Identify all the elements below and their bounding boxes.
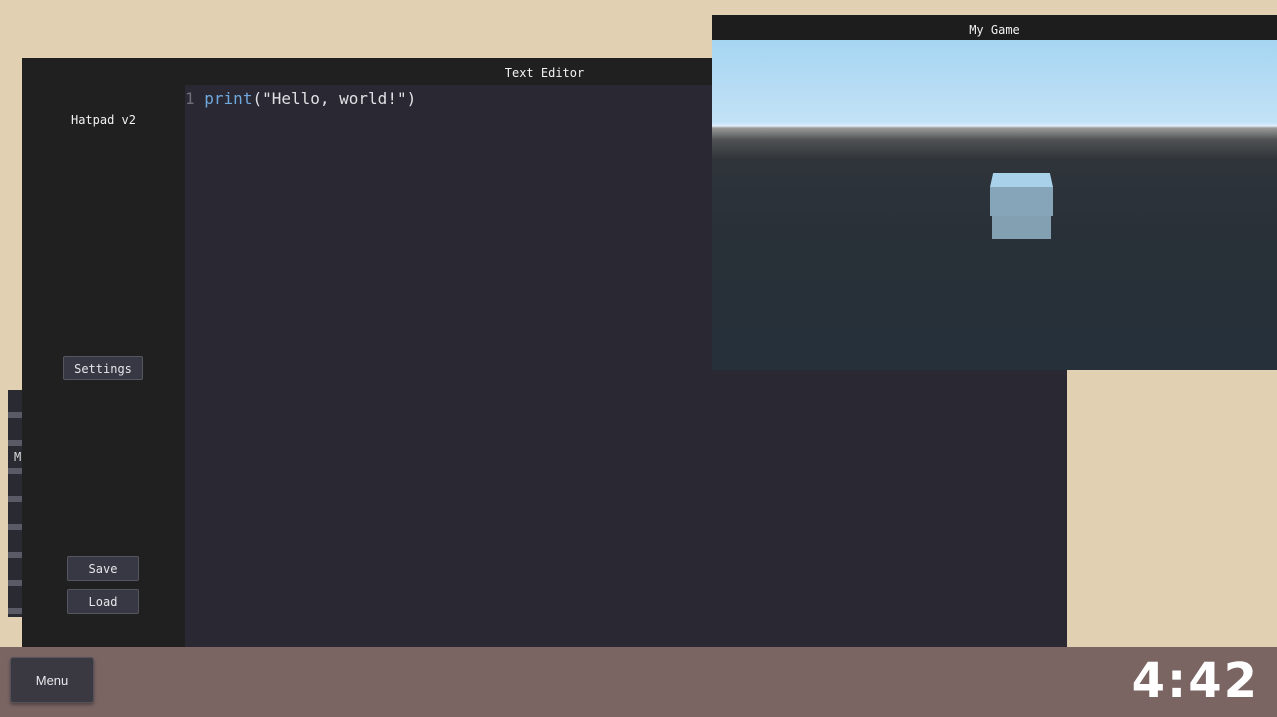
clock: 4:42: [1131, 653, 1259, 709]
settings-button[interactable]: Settings: [63, 356, 143, 380]
cube-front-face: [990, 187, 1053, 216]
game-title-bar[interactable]: My Game: [712, 15, 1277, 40]
game-title: My Game: [969, 23, 1020, 37]
cube-top-face: [990, 173, 1053, 187]
taskbar: Menu 4:42: [0, 647, 1277, 717]
code-arguments: ("Hello, world!"): [252, 89, 417, 108]
background-window-label: M: [14, 450, 22, 464]
cube-object: [990, 173, 1053, 239]
code-keyword: print: [204, 89, 253, 108]
game-viewport[interactable]: [712, 40, 1277, 370]
editor-title: Text Editor: [504, 66, 585, 80]
code-line: 1 print("Hello, world!"): [185, 89, 416, 108]
game-window: My Game: [712, 15, 1277, 370]
menu-button[interactable]: Menu: [10, 657, 94, 703]
save-button[interactable]: Save: [67, 556, 139, 581]
load-button[interactable]: Load: [67, 589, 139, 614]
editor-sidebar: Hatpad v2 Settings Save Load: [22, 85, 185, 650]
cube-lower-face: [992, 216, 1051, 239]
line-number: 1: [185, 89, 195, 108]
app-name-label: Hatpad v2: [70, 113, 137, 127]
